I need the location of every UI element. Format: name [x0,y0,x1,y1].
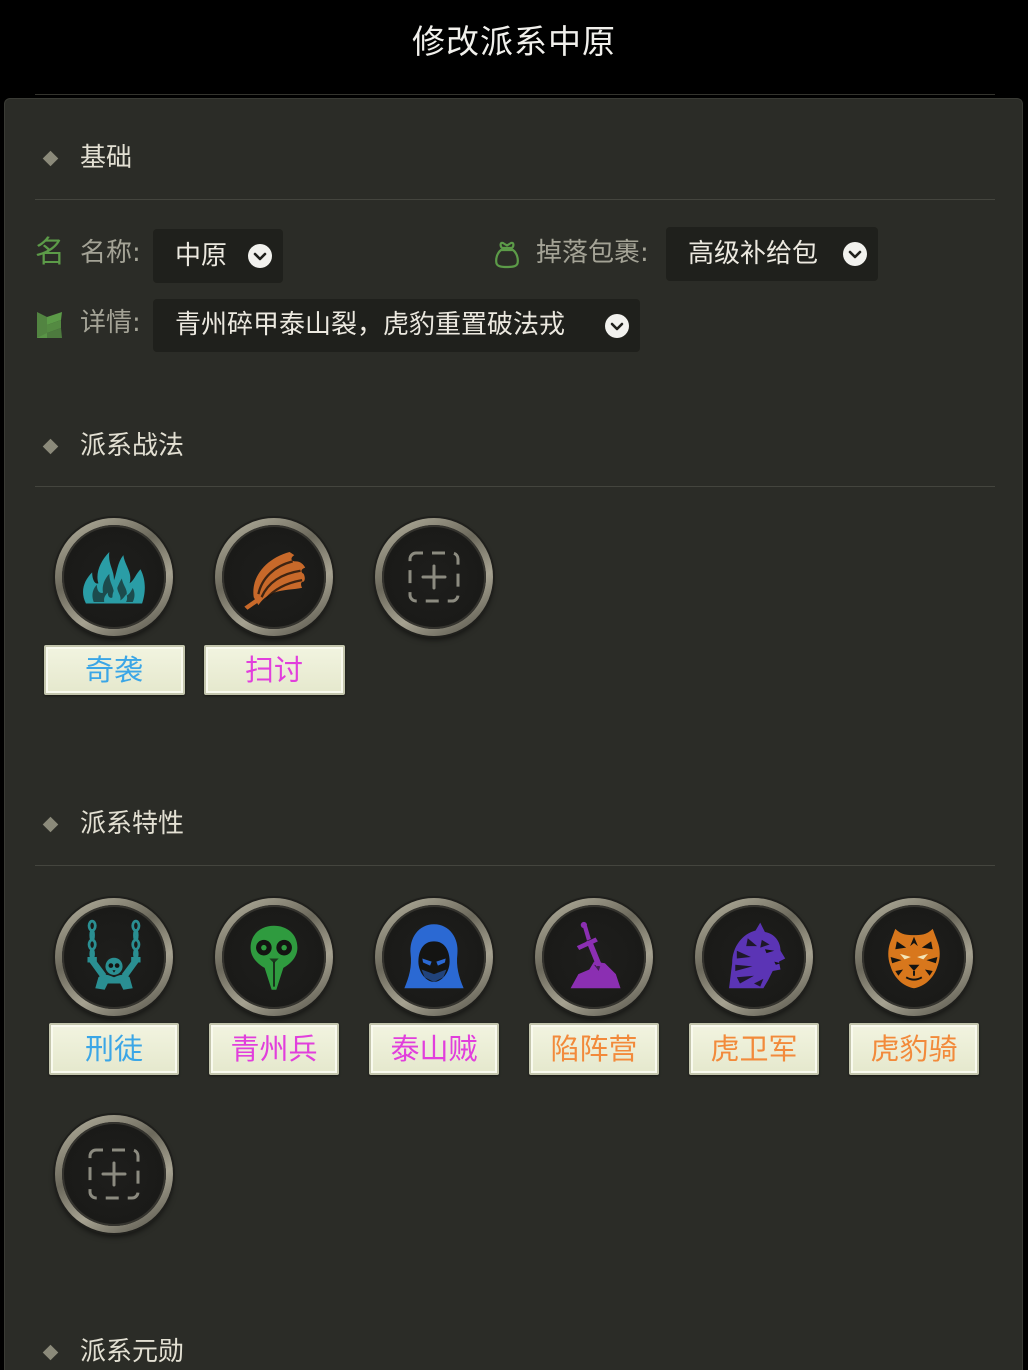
section-title: 派系战法 [80,431,185,461]
tactic-badge[interactable] [55,518,173,636]
scroll-icon [37,312,62,338]
trait-label: 刑徒 [49,1023,179,1075]
trait-badge[interactable] [535,898,653,1016]
tactic-badge[interactable] [215,518,333,636]
tactics-grid: 奇袭 扫讨 [34,518,514,695]
trait-label: 虎卫军 [689,1023,819,1075]
add-trait-item[interactable] [34,1115,194,1233]
faction-edit-screen: 修改派系中原 基础 名 名称: 中原 掉落包裹: 高级补给包 详情: 青州碎甲泰… [0,0,1028,1370]
traits-grid: 刑徒 青州兵 泰山贼 陷阵营 虎卫军 虎豹骑 [34,898,994,1075]
add-icon[interactable] [86,1146,142,1202]
plague-mask-icon [250,925,298,990]
trait-badge[interactable] [855,898,973,1016]
section-heroes-header: 派系元勋 [40,1338,184,1366]
section-divider [35,865,995,866]
add-tactic-item[interactable] [354,518,514,695]
add-icon[interactable] [406,549,462,605]
tiger-profile-icon [729,922,786,989]
trait-item[interactable]: 泰山贼 [354,898,514,1075]
chained-prisoner-icon [87,919,141,990]
section-title: 派系特性 [80,809,185,839]
diamond-icon [42,1344,59,1360]
section-divider [35,486,995,487]
trait-badge[interactable] [375,898,493,1016]
tactic-label: 奇袭 [43,645,185,695]
diamond-icon [42,438,59,454]
trait-item[interactable]: 虎卫军 [674,898,834,1075]
trait-item[interactable]: 虎豹骑 [834,898,994,1075]
page-title: 修改派系中原 [412,22,616,61]
add-tactic-button[interactable] [375,518,493,636]
trait-label: 陷阵营 [529,1023,659,1075]
section-traits-header: 派系特性 [40,810,184,838]
name-dropdown[interactable]: 中原 [153,229,283,283]
teal-flame-icon [83,552,145,604]
detail-value: 青州碎甲泰山裂，虎豹重置破法戎 [175,310,566,340]
chevron-down-icon[interactable] [248,244,272,268]
trait-label: 泰山贼 [369,1023,499,1075]
detail-label: 详情: [80,308,141,338]
trait-item[interactable]: 刑徒 [34,898,194,1075]
drop-package-value: 高级补给包 [688,239,819,269]
detail-dropdown[interactable]: 青州碎甲泰山裂，虎豹重置破法戎 [153,299,640,352]
trait-item[interactable]: 陷阵营 [514,898,674,1075]
trait-item[interactable]: 青州兵 [194,898,354,1075]
drop-package-dropdown[interactable]: 高级补给包 [666,227,878,281]
trait-label: 青州兵 [209,1023,339,1075]
chevron-down-icon[interactable] [843,242,867,266]
trait-label: 虎豹骑 [849,1023,979,1075]
chevron-down-icon[interactable] [605,313,629,338]
tiger-face-icon [888,928,940,989]
diamond-icon [42,816,59,832]
name-value: 中原 [175,241,228,271]
tactic-item[interactable]: 奇袭 [34,518,194,695]
add-trait-button[interactable] [55,1115,173,1233]
orange-claw-icon [244,552,306,610]
name-label: 名称: [80,238,141,268]
trait-badge[interactable] [55,898,173,1016]
section-tactics-header: 派系战法 [40,432,184,460]
traits-add-row [34,1115,194,1233]
tactic-item[interactable]: 扫讨 [194,518,354,695]
header-divider [35,94,995,95]
section-title: 基础 [80,143,133,173]
top-bar: 修改派系中原 [0,0,1028,94]
section-divider [35,199,995,200]
name-icon: 名 [35,235,65,270]
diamond-icon [42,150,59,166]
drop-package-label: 掉落包裹: [536,238,649,268]
trait-badge[interactable] [215,898,333,1016]
section-title: 派系元勋 [80,1337,185,1367]
trait-badge[interactable] [695,898,813,1016]
hooded-bandit-icon [404,924,464,989]
bag-icon [495,241,519,269]
section-basic-header: 基础 [40,144,132,172]
sword-in-stone-icon [570,921,621,989]
tactic-label: 扫讨 [203,645,345,695]
